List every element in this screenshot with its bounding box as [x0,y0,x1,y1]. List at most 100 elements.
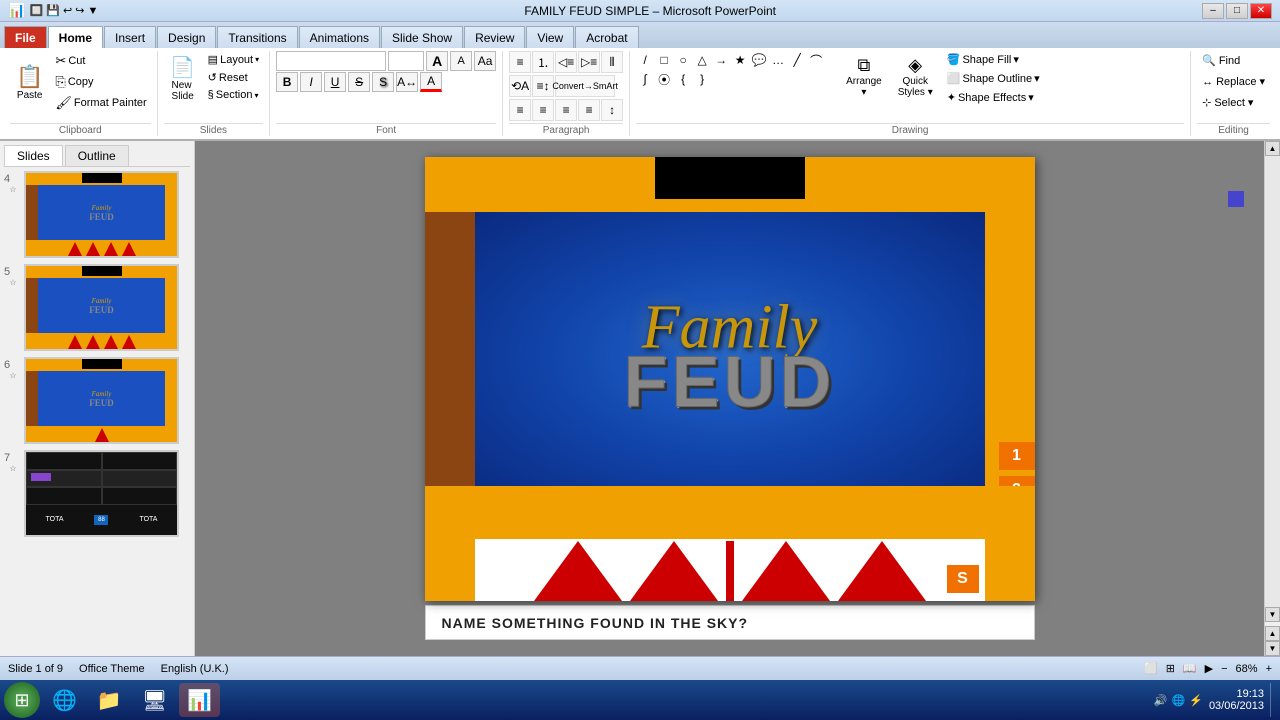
taskbar-desktop[interactable]: 🖥 [134,683,175,717]
view-slideshow[interactable]: ▶ [1205,662,1213,675]
shape-more[interactable]: … [769,51,787,69]
new-slide-button[interactable]: 📄 NewSlide [164,51,202,106]
section-icon: § [208,89,214,101]
minimize-button[interactable]: – [1202,3,1224,19]
columns-button[interactable]: ⫴ [601,51,623,73]
shape-l5[interactable]: { [674,70,692,88]
align-text-button[interactable]: ≡↕ [532,75,554,97]
convert-smartart-button[interactable]: Convert→SmArt [555,75,615,97]
slide-thumb-7[interactable]: 7 ☆ TOTA 88 [4,450,190,537]
show-desktop[interactable] [1270,683,1276,717]
maximize-button[interactable]: □ [1226,3,1248,19]
italic-button[interactable]: I [300,72,322,92]
shape-line[interactable]: / [636,51,654,69]
tab-review[interactable]: Review [464,26,525,48]
tab-file[interactable]: File [4,26,47,48]
underline-button[interactable]: U [324,72,346,92]
reset-button[interactable]: ↺ Reset [204,69,263,86]
shape-callout[interactable]: 💬 [750,51,768,69]
shape-triangle[interactable]: △ [693,51,711,69]
shape-ellipse[interactable]: ○ [674,51,692,69]
scroll-up[interactable]: ▲ [1265,141,1280,156]
tab-acrobat[interactable]: Acrobat [575,26,638,48]
line-spacing-button[interactable]: ↕ [601,99,623,121]
shape-fill-button[interactable]: 🪣 Shape Fill▾ [943,51,1044,68]
panel-tab-outline[interactable]: Outline [65,145,129,166]
view-normal[interactable]: ⬜ [1144,662,1158,675]
shape-outline-button[interactable]: ⬜ Shape Outline▾ [943,70,1044,87]
slide-thumb-6[interactable]: 6 ☆ Family FEUD [4,357,190,444]
slide-preview-6[interactable]: Family FEUD [24,357,179,444]
font-size-input[interactable] [388,51,424,71]
slide-canvas[interactable]: 1 2 3 Family FEUD [425,157,1035,601]
shape-l2[interactable]: ⌒ [807,51,825,69]
justify-button[interactable]: ≡ [578,99,600,121]
clear-format-button[interactable]: Aa [474,51,496,71]
font-name-input[interactable] [276,51,386,71]
slide-preview-7[interactable]: TOTA 88 TOTA [24,450,179,537]
scroll-down2[interactable]: ▼ [1265,641,1280,656]
slide-preview-4[interactable]: Family FEUD [24,171,179,258]
shape-l3[interactable]: ∫ [636,70,654,88]
taskbar-powerpoint[interactable]: 📊 [179,683,220,717]
powerpoint-icon: 📊 [187,688,212,713]
close-button[interactable]: ✕ [1250,3,1272,19]
taskbar-browser[interactable]: 🌐 [44,683,85,717]
slide-preview-5[interactable]: Family FEUD [24,264,179,351]
zoom-out[interactable]: − [1221,663,1227,675]
date: 03/06/2013 [1209,700,1264,712]
tab-home[interactable]: Home [48,26,103,48]
decrease-font-button[interactable]: A [450,51,472,71]
format-painter-button[interactable]: 🖌 Format Painter [51,93,150,113]
scroll-up2[interactable]: ▲ [1265,626,1280,641]
tab-animations[interactable]: Animations [299,26,380,48]
paste-button[interactable]: 📋 Paste [10,51,49,113]
font-color-button[interactable]: A [420,72,442,92]
shape-l6[interactable]: } [693,70,711,88]
bullet-list-button[interactable]: ≡ [509,51,531,73]
shape-arrow[interactable]: → [712,51,730,69]
tab-view[interactable]: View [526,26,574,48]
shape-rect[interactable]: □ [655,51,673,69]
replace-button[interactable]: ↔ Replace ▾ [1197,72,1270,91]
align-left-button[interactable]: ≡ [509,99,531,121]
shape-effects-button[interactable]: ✦ Shape Effects▾ [943,89,1044,106]
view-reading[interactable]: 📖 [1183,662,1197,675]
shape-star[interactable]: ★ [731,51,749,69]
bold-button[interactable]: B [276,72,298,92]
zoom-in[interactable]: + [1266,663,1272,675]
taskbar-explorer[interactable]: 📁 [89,683,130,717]
spacing-button[interactable]: A↔ [396,72,418,92]
find-button[interactable]: 🔍 Find [1197,51,1270,70]
notes-area: NAME SOMETHING FOUND IN THE SKY? [425,605,1035,640]
layout-button[interactable]: ▤ Layout ▾ [204,51,263,68]
copy-button[interactable]: ⎘ Copy [51,72,150,92]
view-slide-sorter[interactable]: ⊞ [1166,662,1175,675]
text-direction-button[interactable]: ⟲A [509,75,531,97]
section-button[interactable]: § Section ▾ [204,87,263,103]
decrease-indent-button[interactable]: ◁≡ [555,51,577,73]
tab-slideshow[interactable]: Slide Show [381,26,463,48]
slide-thumb-4[interactable]: 4 ☆ Family FEUD [4,171,190,258]
increase-font-button[interactable]: A [426,51,448,71]
increase-indent-button[interactable]: ▷≡ [578,51,600,73]
shape-l1[interactable]: ╱ [788,51,806,69]
shadow-button[interactable]: S [372,72,394,92]
quick-styles-button[interactable]: ◈ Quick Styles ▾ [892,51,939,102]
start-button[interactable]: ⊞ [4,682,40,718]
cut-button[interactable]: ✂ Cut [51,51,150,71]
slide-thumb-5[interactable]: 5 ☆ Family FEUD [4,264,190,351]
slide-info: Slide 1 of 9 [8,663,63,675]
tab-insert[interactable]: Insert [104,26,156,48]
scroll-down[interactable]: ▼ [1265,607,1280,622]
align-center-button[interactable]: ≡ [532,99,554,121]
tab-transitions[interactable]: Transitions [217,26,297,48]
strikethrough-button[interactable]: S [348,72,370,92]
tab-design[interactable]: Design [157,26,216,48]
select-button[interactable]: ⊹ Select ▾ [1197,93,1270,112]
panel-tab-slides[interactable]: Slides [4,145,63,166]
align-right-button[interactable]: ≡ [555,99,577,121]
numbered-list-button[interactable]: ⒈ [532,51,554,73]
shape-l4[interactable]: ⦿ [655,70,673,88]
arrange-button[interactable]: ⧉ Arrange ▾ [840,51,888,102]
